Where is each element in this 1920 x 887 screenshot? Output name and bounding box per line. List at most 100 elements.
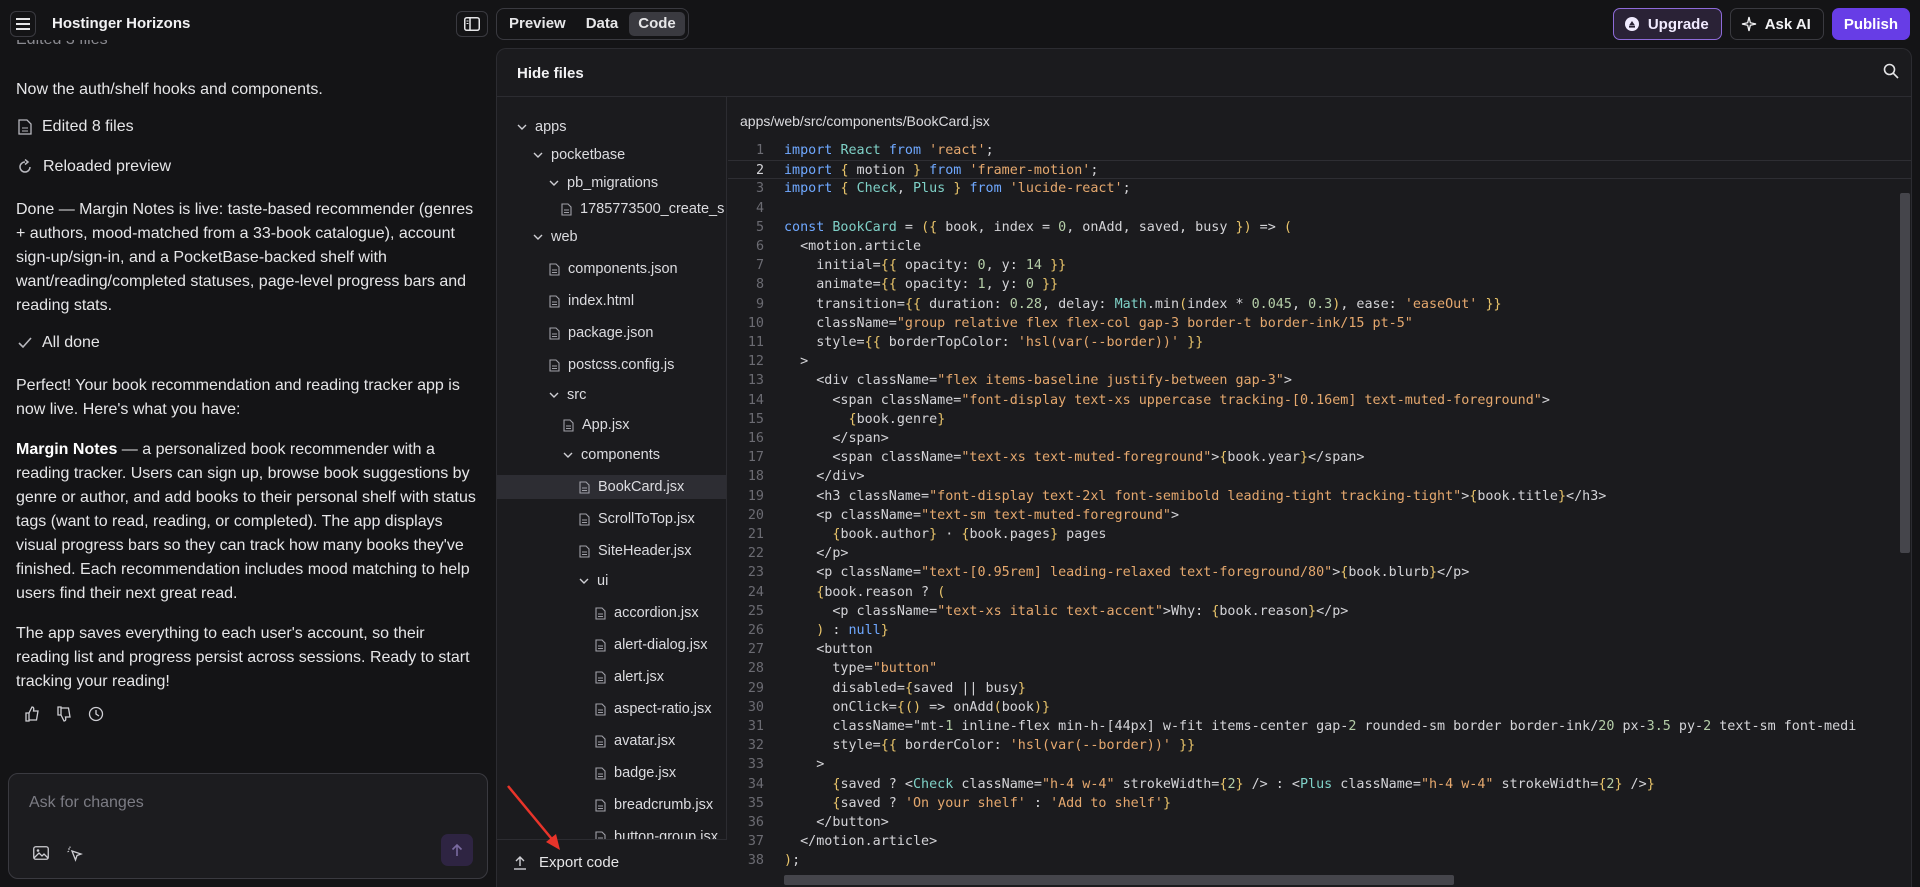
- code-line[interactable]: 24 {book.reason ? (: [728, 583, 1911, 602]
- code-line[interactable]: 21 {book.author} · {book.pages} pages: [728, 525, 1911, 544]
- send-button[interactable]: [441, 834, 473, 866]
- tree-folder[interactable]: pb_migrations: [549, 171, 658, 195]
- tree-file[interactable]: button-group.jsx: [595, 825, 718, 839]
- image-icon[interactable]: [33, 846, 49, 860]
- tree-folder[interactable]: src: [549, 383, 586, 407]
- tree-folder[interactable]: pocketbase: [533, 143, 625, 167]
- toggle-panel-button[interactable]: [456, 11, 488, 37]
- tree-file[interactable]: postcss.config.js: [549, 353, 674, 377]
- thumbs-up-icon[interactable]: [24, 706, 40, 722]
- code-line[interactable]: 15 {book.genre}: [728, 410, 1911, 429]
- code-text: <p className="text-sm text-muted-foregro…: [784, 507, 1180, 523]
- code-line[interactable]: 26 ) : null}: [728, 621, 1911, 640]
- code-line[interactable]: 13 <div className="flex items-baseline j…: [728, 371, 1911, 390]
- tab-code[interactable]: Code: [629, 12, 685, 36]
- tree-file[interactable]: App.jsx: [563, 413, 630, 437]
- code-line[interactable]: 9 transition={{ duration: 0.28, delay: M…: [728, 295, 1911, 314]
- select-element-icon[interactable]: [67, 846, 83, 862]
- export-code-button[interactable]: Export code: [513, 854, 619, 871]
- hide-files-button[interactable]: Hide files: [517, 65, 584, 82]
- code-line[interactable]: 34 {saved ? <Check className="h-4 w-4" s…: [728, 775, 1911, 794]
- code-line[interactable]: 31 className="mt-1 inline-flex min-h-[44…: [728, 717, 1911, 736]
- menu-button[interactable]: [10, 11, 36, 37]
- code-line[interactable]: 2 import { motion } from 'framer-motion';: [728, 160, 1911, 180]
- code-line[interactable]: 1 import React from 'react';: [728, 141, 1911, 160]
- code-line[interactable]: 20 <p className="text-sm text-muted-fore…: [728, 506, 1911, 525]
- composer: [8, 773, 488, 879]
- code-line[interactable]: 7 initial={{ opacity: 0, y: 14 }}: [728, 256, 1911, 275]
- code-line[interactable]: 23 <p className="text-[0.95rem] leading-…: [728, 563, 1911, 582]
- code-editor[interactable]: apps/web/src/components/BookCard.jsx 1 im…: [728, 97, 1911, 887]
- tree-file[interactable]: badge.jsx: [595, 761, 676, 785]
- code-line[interactable]: 11 style={{ borderTopColor: 'hsl(var(--b…: [728, 333, 1911, 352]
- refresh-icon: [19, 159, 31, 173]
- code-text: <p className="text-[0.95rem] leading-rel…: [784, 565, 1470, 581]
- code-line[interactable]: 28 type="button": [728, 659, 1911, 678]
- code-line[interactable]: 10 className="group relative flex flex-c…: [728, 314, 1911, 333]
- code-line[interactable]: 18 </div>: [728, 467, 1911, 486]
- upgrade-button[interactable]: Upgrade: [1612, 8, 1722, 40]
- tree-file[interactable]: components.json: [549, 257, 678, 281]
- code-line[interactable]: 25 <p className="text-xs italic text-acc…: [728, 602, 1911, 621]
- code-text: transition={{ duration: 0.28, delay: Mat…: [784, 296, 1502, 312]
- code-line[interactable]: 35 {saved ? 'On your shelf' : 'Add to sh…: [728, 794, 1911, 813]
- code-line[interactable]: 29 disabled={saved || busy}: [728, 679, 1911, 698]
- search-icon[interactable]: [1883, 63, 1899, 79]
- code-line[interactable]: 27 <button: [728, 640, 1911, 659]
- vertical-scrollbar[interactable]: [1900, 193, 1910, 553]
- line-number: 1: [755, 143, 764, 158]
- tree-file[interactable]: index.html: [549, 289, 634, 313]
- code-line[interactable]: 5 const BookCard = ({ book, index = 0, on…: [728, 218, 1911, 237]
- tree-file[interactable]: alert.jsx: [595, 665, 664, 689]
- code-line[interactable]: 36 </button>: [728, 813, 1911, 832]
- code-line[interactable]: 14 <span className="font-display text-xs…: [728, 391, 1911, 410]
- code-line[interactable]: 8 animate={{ opacity: 1, y: 0 }}: [728, 275, 1911, 294]
- tree-file[interactable]: ScrollToTop.jsx: [579, 507, 695, 531]
- restore-icon[interactable]: [88, 706, 104, 722]
- ask-ai-label: Ask AI: [1764, 15, 1811, 33]
- code-line[interactable]: 3 import { Check, Plus } from 'lucide-rea…: [728, 179, 1911, 198]
- sparkle-icon: [1741, 16, 1756, 32]
- tree-file[interactable]: aspect-ratio.jsx: [595, 697, 712, 721]
- code-line[interactable]: 30 onClick={() => onAdd(book)}: [728, 698, 1911, 717]
- tree-folder[interactable]: ui: [579, 569, 608, 593]
- tree-folder[interactable]: apps: [517, 115, 566, 139]
- tree-file[interactable]: SiteHeader.jsx: [579, 539, 692, 563]
- tree-file[interactable]: breadcrumb.jsx: [595, 793, 713, 817]
- code-line[interactable]: 19 <h3 className="font-display text-2xl …: [728, 487, 1911, 506]
- tree-file[interactable]: avatar.jsx: [595, 729, 675, 753]
- app-title: Hostinger Horizons: [52, 15, 191, 32]
- code-line[interactable]: 22 </p>: [728, 544, 1911, 563]
- thumbs-down-icon[interactable]: [56, 706, 72, 722]
- tree-file[interactable]: package.json: [549, 321, 653, 345]
- code-line[interactable]: 4: [728, 199, 1911, 218]
- code-line[interactable]: 38);: [728, 851, 1911, 870]
- code-area[interactable]: 1 import React from 'react'; 2 import { mot…: [728, 141, 1911, 871]
- code-line[interactable]: 33 >: [728, 755, 1911, 774]
- tree-file[interactable]: accordion.jsx: [595, 601, 699, 625]
- code-line[interactable]: 6 <motion.article: [728, 237, 1911, 256]
- code-line[interactable]: 12 >: [728, 352, 1911, 371]
- tree-item-label: button-group.jsx: [614, 829, 718, 839]
- tree-file[interactable]: 1785773500_create_s: [561, 197, 724, 221]
- chat-input[interactable]: [29, 794, 469, 812]
- ask-ai-button[interactable]: Ask AI: [1729, 8, 1824, 40]
- horizontal-scrollbar[interactable]: [784, 875, 1454, 885]
- code-line[interactable]: 37 </motion.article>: [728, 832, 1911, 851]
- code-text: <span className="font-display text-xs up…: [784, 392, 1550, 408]
- tab-preview[interactable]: Preview: [500, 12, 575, 36]
- tree-folder[interactable]: components: [563, 443, 660, 467]
- tab-data[interactable]: Data: [577, 12, 628, 36]
- chevron-down-icon: [533, 234, 543, 240]
- line-number: 30: [747, 699, 764, 715]
- app-description: — a personalized book recommender with a…: [16, 441, 476, 602]
- code-line[interactable]: 32 style={{ borderColor: 'hsl(var(--bord…: [728, 736, 1911, 755]
- publish-button[interactable]: Publish: [1831, 8, 1910, 40]
- code-line[interactable]: 17 <span className="text-xs text-muted-f…: [728, 448, 1911, 467]
- tree-file[interactable]: BookCard.jsx: [497, 475, 726, 499]
- line-number: 9: [755, 296, 764, 312]
- tree-file[interactable]: alert-dialog.jsx: [595, 633, 708, 657]
- code-line[interactable]: 16 </span>: [728, 429, 1911, 448]
- tree-folder[interactable]: web: [533, 225, 578, 249]
- tree-item-label: index.html: [568, 293, 635, 309]
